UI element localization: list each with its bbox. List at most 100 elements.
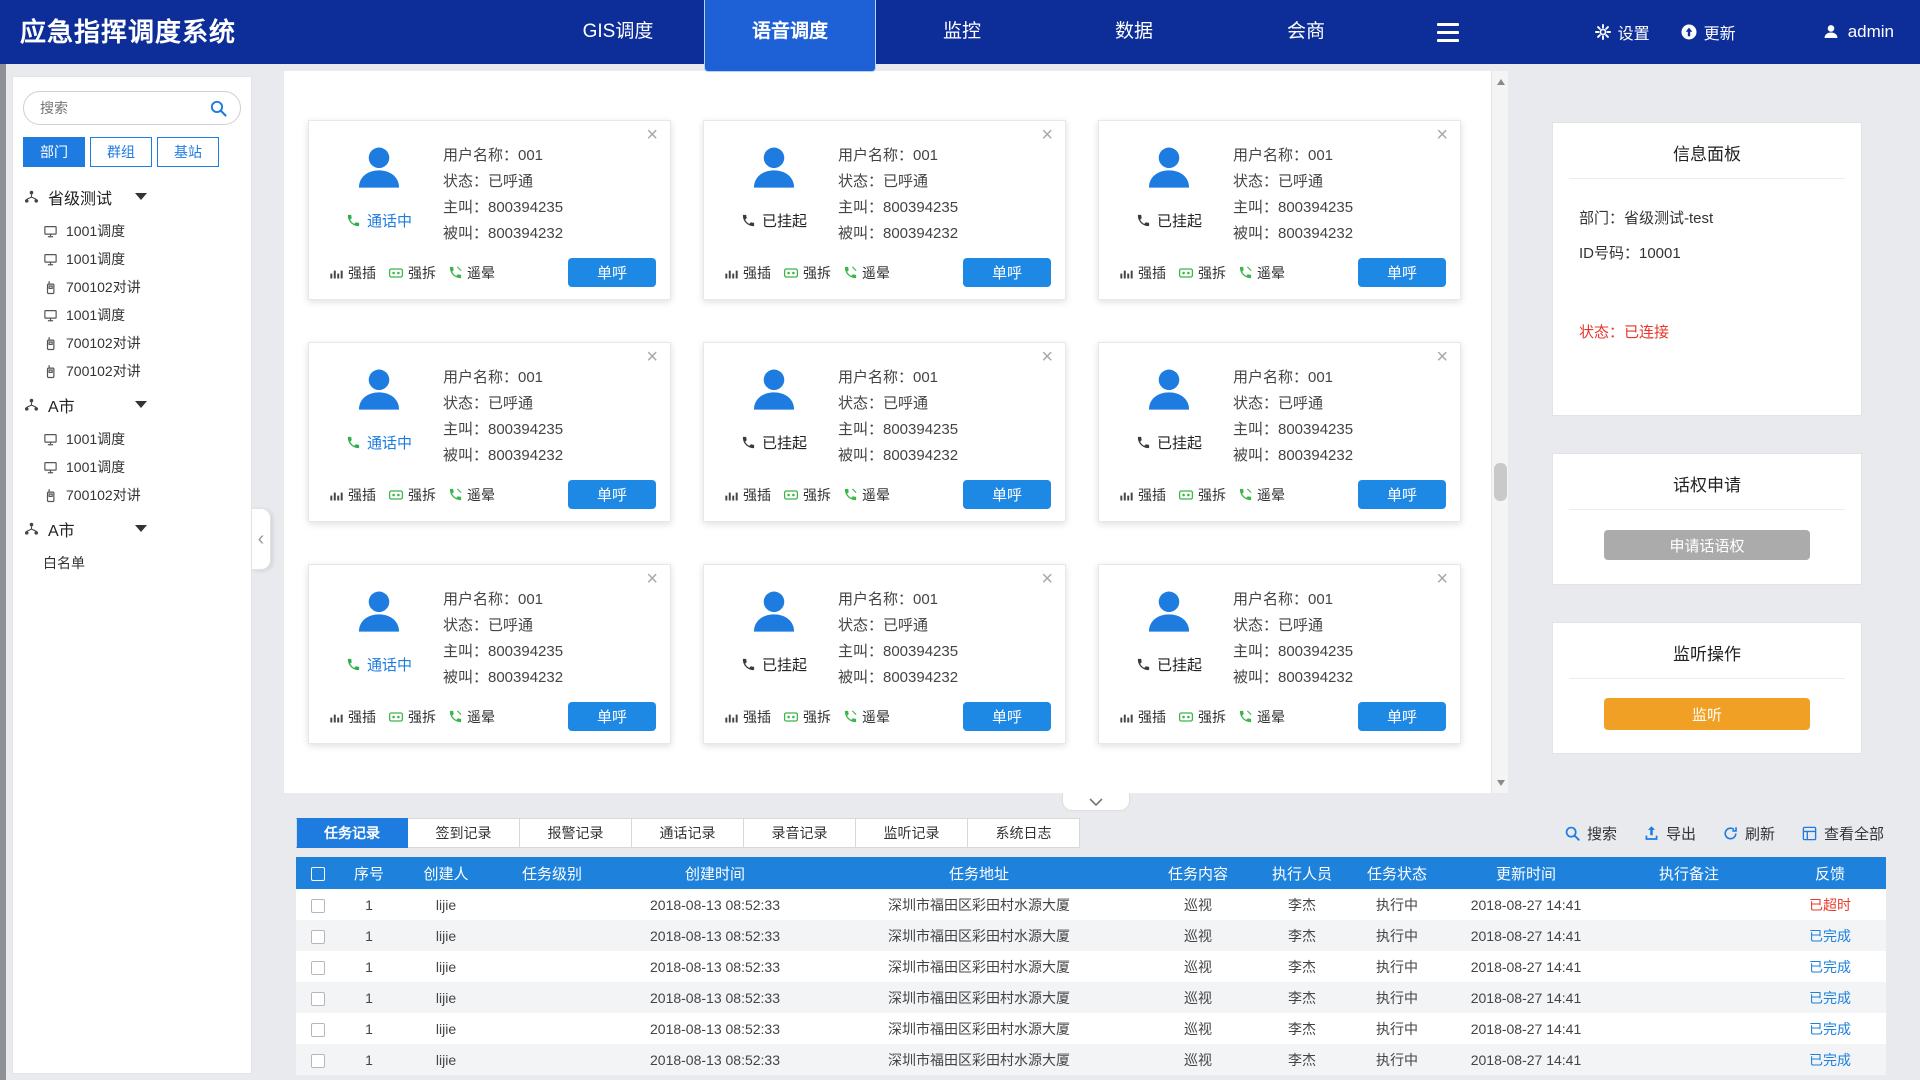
- force-break-action[interactable]: 强拆: [388, 707, 436, 727]
- force-insert-action[interactable]: 强插: [1119, 263, 1166, 283]
- records-tab[interactable]: 监听记录: [856, 818, 968, 848]
- remote-stun-action[interactable]: 遥晕: [1238, 485, 1285, 505]
- force-insert-action[interactable]: 强插: [329, 707, 376, 727]
- update-button[interactable]: 更新: [1680, 20, 1736, 44]
- tree-item[interactable]: 1001调度: [13, 453, 251, 481]
- tree-group-header[interactable]: A市: [13, 385, 251, 425]
- tree-item[interactable]: 700102对讲: [13, 273, 251, 301]
- force-break-action[interactable]: 强拆: [388, 485, 436, 505]
- tree-item[interactable]: 1001调度: [13, 425, 251, 453]
- single-call-button[interactable]: 单呼: [963, 702, 1051, 731]
- tree-item[interactable]: 1001调度: [13, 301, 251, 329]
- table-row[interactable]: 1 lijie 2018-08-13 08:52:33 深圳市福田区彩田村水源大…: [296, 920, 1886, 951]
- single-call-button[interactable]: 单呼: [1358, 258, 1446, 287]
- nav-item[interactable]: 数据: [1048, 0, 1220, 64]
- force-break-action[interactable]: 强拆: [1178, 263, 1226, 283]
- nav-item[interactable]: 会商: [1220, 0, 1392, 64]
- toolbar-button[interactable]: 搜索: [1564, 823, 1617, 844]
- tree-item[interactable]: 700102对讲: [13, 329, 251, 357]
- force-break-action[interactable]: 强拆: [1178, 485, 1226, 505]
- records-tab[interactable]: 签到记录: [408, 818, 520, 848]
- close-icon[interactable]: ×: [646, 125, 658, 145]
- table-row[interactable]: 1 lijie 2018-08-13 08:52:33 深圳市福田区彩田村水源大…: [296, 889, 1886, 920]
- sidebar-tab[interactable]: 群组: [90, 137, 152, 167]
- remote-stun-action[interactable]: 遥晕: [843, 485, 890, 505]
- records-tab[interactable]: 系统日志: [968, 818, 1080, 848]
- sidebar-tab[interactable]: 基站: [157, 137, 219, 167]
- tree-group-header[interactable]: A市: [13, 509, 251, 549]
- remote-stun-action[interactable]: 遥晕: [1238, 263, 1285, 283]
- menu-icon[interactable]: [1428, 0, 1468, 64]
- force-insert-action[interactable]: 强插: [724, 263, 771, 283]
- remote-stun-action[interactable]: 遥晕: [448, 263, 495, 283]
- single-call-button[interactable]: 单呼: [568, 702, 656, 731]
- tree-item[interactable]: 1001调度: [13, 245, 251, 273]
- scroll-up-arrow-icon[interactable]: [1492, 71, 1509, 88]
- records-tab[interactable]: 报警记录: [520, 818, 632, 848]
- table-row[interactable]: 1 lijie 2018-08-13 08:52:33 深圳市福田区彩田村水源大…: [296, 1013, 1886, 1044]
- search-icon[interactable]: [209, 99, 228, 118]
- close-icon[interactable]: ×: [1436, 347, 1448, 367]
- toolbar-button[interactable]: 刷新: [1722, 823, 1775, 844]
- records-expand-handle[interactable]: [1062, 793, 1130, 811]
- single-call-button[interactable]: 单呼: [963, 258, 1051, 287]
- tree-group-header[interactable]: 省级测试: [13, 177, 251, 217]
- close-icon[interactable]: ×: [646, 569, 658, 589]
- scroll-down-arrow-icon[interactable]: [1492, 776, 1509, 793]
- sidebar-tab[interactable]: 部门: [23, 137, 85, 167]
- force-insert-action[interactable]: 强插: [724, 707, 771, 727]
- select-all-checkbox[interactable]: [311, 867, 325, 881]
- close-icon[interactable]: ×: [1436, 569, 1448, 589]
- force-break-action[interactable]: 强拆: [783, 707, 831, 727]
- settings-button[interactable]: 设置: [1594, 20, 1650, 44]
- row-checkbox[interactable]: [311, 992, 325, 1006]
- force-insert-action[interactable]: 强插: [1119, 485, 1166, 505]
- table-row[interactable]: 1 lijie 2018-08-13 08:52:33 深圳市福田区彩田村水源大…: [296, 951, 1886, 982]
- caret-down-icon[interactable]: [135, 401, 147, 414]
- scrollbar-thumb[interactable]: [1494, 463, 1507, 501]
- force-insert-action[interactable]: 强插: [329, 263, 376, 283]
- row-checkbox[interactable]: [311, 899, 325, 913]
- user-menu[interactable]: admin: [1822, 22, 1894, 42]
- single-call-button[interactable]: 单呼: [568, 480, 656, 509]
- force-break-action[interactable]: 强拆: [783, 485, 831, 505]
- table-row[interactable]: 1 lijie 2018-08-13 08:52:33 深圳市福田区彩田村水源大…: [296, 1044, 1886, 1075]
- request-talk-right-button[interactable]: 申请话语权: [1604, 530, 1810, 560]
- remote-stun-action[interactable]: 遥晕: [448, 707, 495, 727]
- row-checkbox[interactable]: [311, 1023, 325, 1037]
- row-checkbox[interactable]: [311, 961, 325, 975]
- nav-item[interactable]: 监控: [876, 0, 1048, 64]
- nav-item[interactable]: GIS调度: [532, 0, 704, 64]
- force-break-action[interactable]: 强拆: [1178, 707, 1226, 727]
- force-break-action[interactable]: 强拆: [783, 263, 831, 283]
- tree-item[interactable]: 700102对讲: [13, 357, 251, 385]
- single-call-button[interactable]: 单呼: [568, 258, 656, 287]
- force-insert-action[interactable]: 强插: [724, 485, 771, 505]
- tree-item[interactable]: 1001调度: [13, 217, 251, 245]
- close-icon[interactable]: ×: [1436, 125, 1448, 145]
- row-checkbox[interactable]: [311, 1054, 325, 1068]
- single-call-button[interactable]: 单呼: [963, 480, 1051, 509]
- records-tab[interactable]: 录音记录: [744, 818, 856, 848]
- remote-stun-action[interactable]: 遥晕: [448, 485, 495, 505]
- force-insert-action[interactable]: 强插: [329, 485, 376, 505]
- toolbar-button[interactable]: 导出: [1643, 823, 1696, 844]
- records-tab[interactable]: 通话记录: [632, 818, 744, 848]
- page-edge-scrollbar[interactable]: [0, 0, 6, 1080]
- tree-item[interactable]: 白名单: [13, 549, 251, 577]
- close-icon[interactable]: ×: [1041, 347, 1053, 367]
- table-row[interactable]: 1 lijie 2018-08-13 08:52:33 深圳市福田区彩田村水源大…: [296, 982, 1886, 1013]
- caret-down-icon[interactable]: [135, 525, 147, 538]
- remote-stun-action[interactable]: 遥晕: [1238, 707, 1285, 727]
- sidebar-collapse-handle[interactable]: ‹: [252, 508, 271, 570]
- force-break-action[interactable]: 强拆: [388, 263, 436, 283]
- caret-down-icon[interactable]: [135, 193, 147, 206]
- toolbar-button[interactable]: 查看全部: [1801, 823, 1884, 844]
- tree-item[interactable]: 700102对讲: [13, 481, 251, 509]
- main-scrollbar[interactable]: [1491, 71, 1508, 793]
- force-insert-action[interactable]: 强插: [1119, 707, 1166, 727]
- records-tab[interactable]: 任务记录: [296, 818, 408, 848]
- search-input[interactable]: [24, 92, 240, 124]
- close-icon[interactable]: ×: [1041, 569, 1053, 589]
- single-call-button[interactable]: 单呼: [1358, 480, 1446, 509]
